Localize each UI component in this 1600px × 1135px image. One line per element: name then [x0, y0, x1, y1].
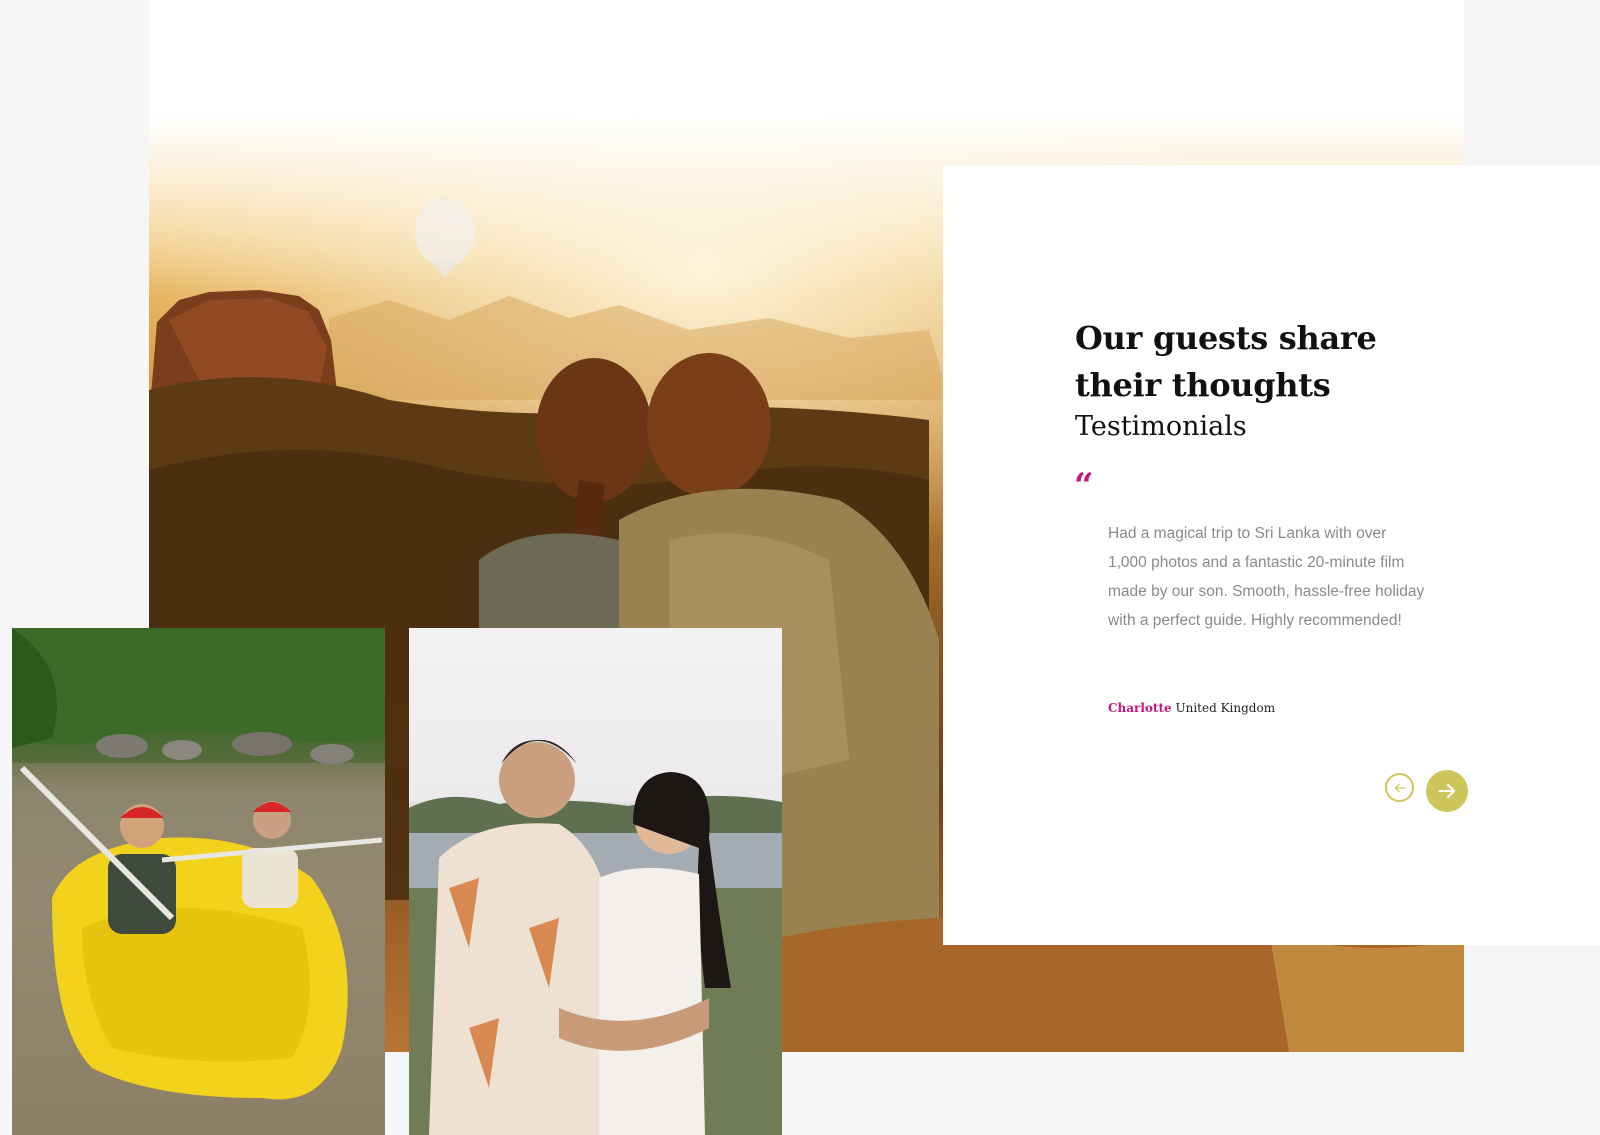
- rafting-photo: [12, 628, 385, 1135]
- arrow-right-icon: [1438, 784, 1455, 798]
- testimonial-author: Charlotte United Kingdom: [1108, 700, 1275, 716]
- testimonials-section: Our guests share their thoughts Testimon…: [0, 0, 1600, 1135]
- rafting-illustration: [12, 628, 385, 1135]
- previous-testimonial-button[interactable]: [1385, 773, 1414, 802]
- couple-by-lake-photo: [409, 628, 782, 1135]
- testimonial-quote: Had a magical trip to Sri Lanka with ove…: [1108, 525, 1425, 629]
- next-testimonial-button[interactable]: [1426, 770, 1468, 812]
- arrow-left-icon: [1394, 783, 1406, 792]
- author-name: Charlotte: [1108, 701, 1172, 715]
- couple-illustration: [409, 739, 782, 1135]
- author-country: United Kingdom: [1175, 701, 1276, 715]
- section-subheading: Testimonials: [1075, 411, 1247, 442]
- quote-icon: “: [1074, 466, 1094, 506]
- testimonial-panel: Our guests share their thoughts Testimon…: [943, 165, 1600, 945]
- section-heading: Our guests share their thoughts: [1075, 319, 1377, 404]
